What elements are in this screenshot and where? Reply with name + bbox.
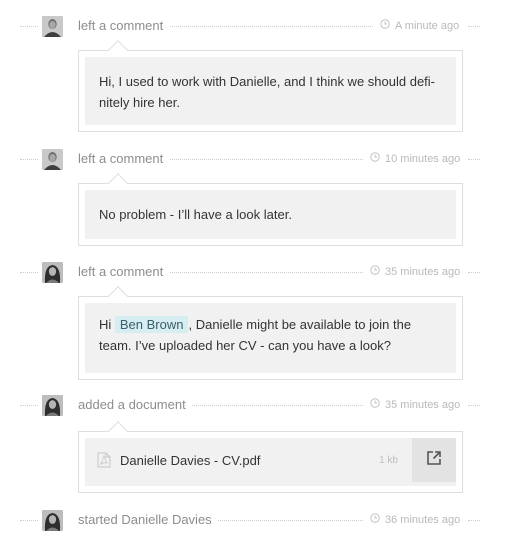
user-mention[interactable]: Ben Brown [114, 316, 189, 333]
timestamp-text: 36 minutes ago [385, 514, 461, 526]
action-text: left a comment [78, 17, 164, 35]
comment-body: Hi Ben Brown, Danielle might be availabl… [85, 303, 456, 373]
entry-header: added a document 35 minutes ago [0, 393, 508, 417]
timestamp-text: 35 minutes ago [385, 399, 461, 411]
document-size: 1 kb [379, 455, 398, 466]
timestamp-text: 35 minutes ago [385, 266, 461, 278]
timestamp: 10 minutes ago [370, 151, 460, 167]
comment-body: Hi, I used to work with Danielle, and I … [85, 57, 456, 125]
action-text: started Danielle Davies [78, 511, 212, 529]
comment-card: No problem - I’ll have a look later. [78, 173, 463, 246]
divider-middle [218, 520, 363, 521]
open-document-button[interactable] [412, 438, 456, 482]
action-text: left a comment [78, 263, 164, 281]
divider-middle [170, 272, 363, 273]
timestamp: 35 minutes ago [370, 397, 460, 413]
feed-entry: left a comment A minute ago Hi, I used t… [0, 14, 508, 132]
divider-right [468, 159, 480, 160]
clock-icon [370, 512, 380, 528]
avatar[interactable] [42, 510, 63, 531]
divider-right [468, 272, 480, 273]
entry-header: left a comment 10 minutes ago [0, 147, 508, 171]
action-text: added a document [78, 396, 186, 414]
timestamp: A minute ago [380, 18, 459, 34]
divider-right [468, 405, 480, 406]
divider-middle [170, 26, 373, 27]
document-body: Danielle Davies - CV.pdf 1 kb [85, 438, 456, 486]
action-text: left a comment [78, 150, 164, 168]
comment-body: No problem - I’ll have a look later. [85, 190, 456, 239]
divider-left [20, 272, 38, 273]
timestamp: 36 minutes ago [370, 512, 460, 528]
divider-left [20, 405, 38, 406]
feed-entry: started Danielle Davies 36 minutes ago [0, 508, 508, 532]
entry-header: left a comment 35 minutes ago [0, 260, 508, 284]
pdf-file-icon [97, 452, 111, 468]
timestamp: 35 minutes ago [370, 264, 460, 280]
divider-right [468, 520, 480, 521]
clock-icon [370, 151, 380, 167]
feed-entry: left a comment 10 minutes ago No problem… [0, 147, 508, 246]
divider-right [468, 26, 480, 27]
comment-text: Hi Ben Brown, Danielle might be availabl… [99, 314, 442, 356]
entry-header: started Danielle Davies 36 minutes ago [0, 508, 508, 532]
avatar[interactable] [42, 262, 63, 283]
avatar[interactable] [42, 395, 63, 416]
feed-entry: left a comment 35 minutes ago Hi Ben Bro… [0, 260, 508, 380]
timestamp-text: 10 minutes ago [385, 153, 461, 165]
document-name[interactable]: Danielle Davies - CV.pdf [120, 452, 260, 470]
comment-text: No problem - I’ll have a look later. [99, 207, 292, 222]
comment-text: Hi, I used to work with Danielle, and I … [99, 74, 436, 110]
clock-icon [380, 18, 390, 34]
comment-card: Hi Ben Brown, Danielle might be availabl… [78, 286, 463, 380]
timestamp-text: A minute ago [395, 20, 460, 32]
avatar[interactable] [42, 149, 63, 170]
divider-middle [170, 159, 363, 160]
comment-text-line2: team. I’ve uploaded her CV - can you hav… [99, 338, 391, 353]
divider-left [20, 26, 38, 27]
clock-icon [370, 264, 380, 280]
avatar[interactable] [42, 16, 63, 37]
clock-icon [370, 397, 380, 413]
divider-left [20, 159, 38, 160]
comment-text-suffix: , Danielle might be available to join th… [188, 317, 412, 332]
divider-middle [192, 405, 363, 406]
divider-left [20, 520, 38, 521]
external-link-icon [426, 450, 442, 471]
comment-card: Hi, I used to work with Danielle, and I … [78, 40, 463, 132]
entry-header: left a comment A minute ago [0, 14, 508, 38]
comment-text-prefix: Hi [99, 317, 115, 332]
feed-entry: added a document 35 minutes ago Danielle… [0, 393, 508, 493]
document-card: Danielle Davies - CV.pdf 1 kb [78, 421, 463, 493]
